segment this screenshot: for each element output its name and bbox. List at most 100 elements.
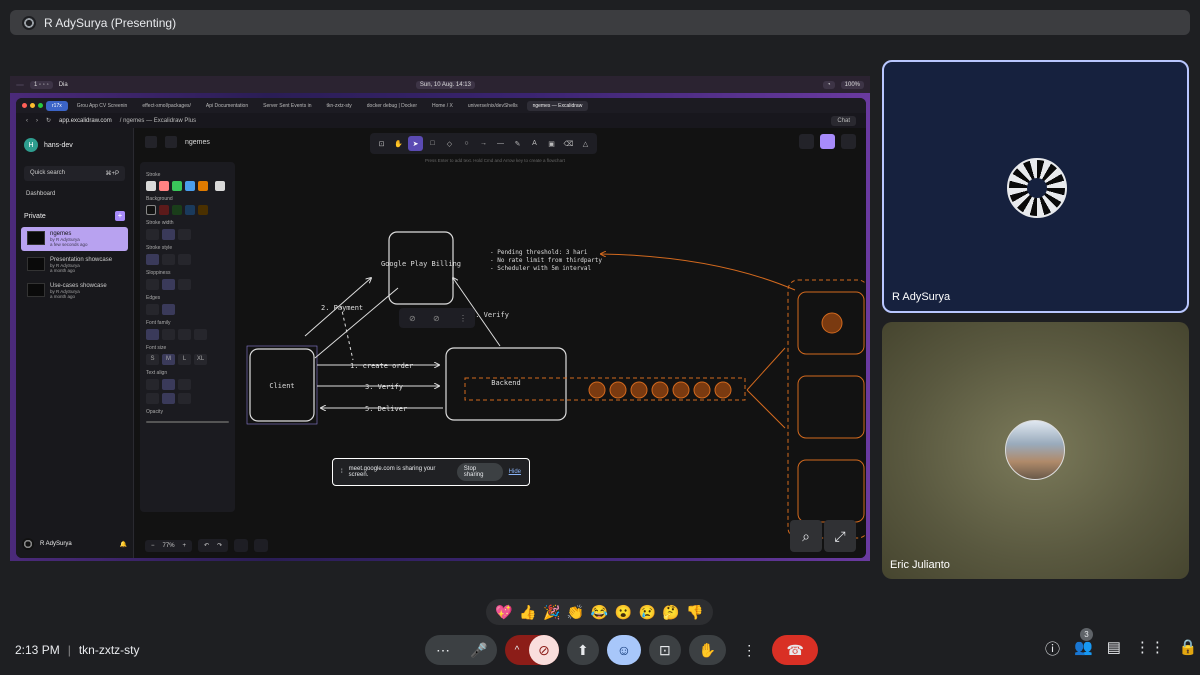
activities-icon[interactable]: ⋮⋮ bbox=[1135, 638, 1165, 659]
stop-sharing-button[interactable]: Stop sharing bbox=[456, 463, 503, 481]
tab[interactable]: Api Documentation bbox=[200, 101, 254, 111]
align-center-button[interactable] bbox=[162, 379, 175, 390]
cartoonist-button[interactable] bbox=[178, 279, 191, 290]
undo-button[interactable]: ↶ bbox=[204, 542, 209, 549]
selection-icon[interactable]: ➤ bbox=[408, 136, 423, 151]
quick-search[interactable]: Quick search ⌘+P bbox=[24, 166, 125, 181]
font-picker-button[interactable] bbox=[194, 329, 207, 340]
artist-button[interactable] bbox=[162, 279, 175, 290]
library-button[interactable] bbox=[145, 136, 157, 148]
lock-icon[interactable]: ⊡ bbox=[374, 136, 389, 151]
url-text[interactable]: app.excalidraw.com bbox=[59, 118, 112, 124]
leave-call-button[interactable]: ☎ bbox=[772, 635, 819, 665]
tab-active[interactable]: ngemes — Excalidraw bbox=[526, 100, 589, 111]
reaction-thinking[interactable]: 🤔 bbox=[662, 604, 679, 621]
rectangle-icon[interactable]: □ bbox=[425, 136, 440, 151]
round-edge-button[interactable] bbox=[162, 304, 175, 315]
bell-icon[interactable]: 🔔 bbox=[120, 541, 127, 548]
microphone-icon[interactable]: 🎤 bbox=[461, 642, 497, 659]
reaction-clap[interactable]: 👏 bbox=[567, 604, 584, 621]
architect-button[interactable] bbox=[146, 279, 159, 290]
font-size-l[interactable]: L bbox=[178, 354, 191, 365]
backend-box[interactable] bbox=[445, 347, 567, 421]
reload-icon[interactable]: ↻ bbox=[46, 117, 51, 124]
tab[interactable]: Server Sent Events in bbox=[257, 101, 317, 111]
drawing-canvas[interactable]: ngemes ⊡ ✋ ➤ □ ◇ ○ → — ✎ A ▣ ⌫ △ Press E… bbox=[135, 128, 866, 558]
workspace-switcher[interactable]: H hans-dev bbox=[16, 128, 133, 162]
file-item[interactable]: Use-cases showcase by R AdySurya a month… bbox=[21, 279, 128, 303]
dashed-button[interactable] bbox=[162, 254, 175, 265]
solid-button[interactable] bbox=[146, 254, 159, 265]
align-left-button[interactable] bbox=[146, 379, 159, 390]
font-size-m[interactable]: M bbox=[162, 354, 175, 365]
queue-box[interactable] bbox=[464, 377, 746, 401]
dashboard-link[interactable]: Dashboard bbox=[16, 185, 133, 203]
normal-font-button[interactable] bbox=[162, 329, 175, 340]
participant-tile[interactable]: Eric Julianto bbox=[882, 322, 1189, 579]
redo-button[interactable]: ↷ bbox=[217, 542, 222, 549]
code-font-button[interactable] bbox=[178, 329, 191, 340]
eraser-icon[interactable]: ⌫ bbox=[561, 136, 576, 151]
font-size-xl[interactable]: XL bbox=[194, 354, 207, 365]
present-button[interactable] bbox=[254, 539, 269, 552]
raise-hand-button[interactable]: ✋ bbox=[688, 635, 727, 665]
extra-bold-button[interactable] bbox=[178, 229, 191, 240]
color-swatch[interactable] bbox=[172, 205, 182, 215]
opacity-slider[interactable] bbox=[146, 421, 229, 423]
more-icon[interactable]: ⋮ bbox=[459, 314, 467, 323]
hand-font-button[interactable] bbox=[146, 329, 159, 340]
reaction-party[interactable]: 🎉 bbox=[543, 604, 560, 621]
tab[interactable]: docker debug | Docker bbox=[361, 101, 423, 111]
text-icon[interactable]: A bbox=[527, 136, 542, 151]
color-swatch[interactable] bbox=[185, 181, 195, 191]
tab[interactable]: tkn-zxtz-sty bbox=[320, 101, 357, 111]
dotted-button[interactable] bbox=[178, 254, 191, 265]
client-box[interactable] bbox=[249, 348, 315, 422]
maximize-window-button[interactable] bbox=[38, 103, 43, 108]
zoom-level[interactable]: 77% bbox=[163, 543, 175, 549]
color-swatch[interactable] bbox=[198, 181, 208, 191]
diamond-icon[interactable]: ◇ bbox=[442, 136, 457, 151]
chat-icon[interactable]: ▤ bbox=[1107, 638, 1121, 659]
tab[interactable]: Grou App CV Screenin bbox=[71, 101, 134, 111]
valign-middle-button[interactable] bbox=[162, 393, 175, 404]
forward-icon[interactable]: › bbox=[36, 118, 38, 124]
zoom-out-button[interactable]: − bbox=[151, 543, 155, 549]
profile-tab[interactable]: r17x bbox=[46, 100, 68, 111]
collapse-icon[interactable] bbox=[841, 134, 856, 149]
pencil-icon[interactable]: ✎ bbox=[510, 136, 525, 151]
more-tools-icon[interactable]: △ bbox=[578, 136, 593, 151]
camera-off-icon[interactable]: ⊘ bbox=[529, 635, 559, 665]
present-screen-button[interactable]: ⬆ bbox=[567, 635, 599, 665]
info-icon[interactable]: ⓘ bbox=[1045, 638, 1060, 659]
comment-button[interactable] bbox=[234, 539, 249, 552]
google-play-box[interactable] bbox=[388, 231, 454, 305]
close-window-button[interactable] bbox=[22, 103, 27, 108]
color-swatch[interactable] bbox=[215, 181, 225, 191]
color-swatch[interactable] bbox=[198, 205, 208, 215]
sidebar-user[interactable]: R AdySurya 🔔 bbox=[22, 538, 127, 550]
audio-options-icon[interactable]: ⋯ bbox=[425, 642, 461, 659]
color-swatch[interactable] bbox=[146, 205, 156, 215]
file-item[interactable]: Presentation showcase by R AdySurya a mo… bbox=[21, 253, 128, 277]
chat-button[interactable]: Chat bbox=[831, 115, 856, 126]
share-icon[interactable] bbox=[820, 134, 835, 149]
mute-icon[interactable]: ⊘ bbox=[433, 314, 440, 323]
reaction-thumbs-up[interactable]: 👍 bbox=[519, 604, 536, 621]
image-icon[interactable]: ▣ bbox=[544, 136, 559, 151]
more-options-icon[interactable]: ⋮ bbox=[734, 635, 764, 665]
color-swatch[interactable] bbox=[146, 181, 156, 191]
color-swatch[interactable] bbox=[172, 181, 182, 191]
link-icon[interactable] bbox=[799, 134, 814, 149]
zoom-in-button[interactable]: + bbox=[183, 543, 187, 549]
thin-button[interactable] bbox=[146, 229, 159, 240]
pin-icon[interactable]: ⊘ bbox=[409, 314, 416, 323]
menu-button[interactable] bbox=[165, 136, 177, 148]
sharp-edge-button[interactable] bbox=[146, 304, 159, 315]
tab[interactable]: Home / X bbox=[426, 101, 459, 111]
valign-top-button[interactable] bbox=[146, 393, 159, 404]
reaction-laugh[interactable]: 😂 bbox=[591, 604, 608, 621]
bold-button[interactable] bbox=[162, 229, 175, 240]
font-size-s[interactable]: S bbox=[146, 354, 159, 365]
worker-box[interactable] bbox=[797, 375, 865, 439]
